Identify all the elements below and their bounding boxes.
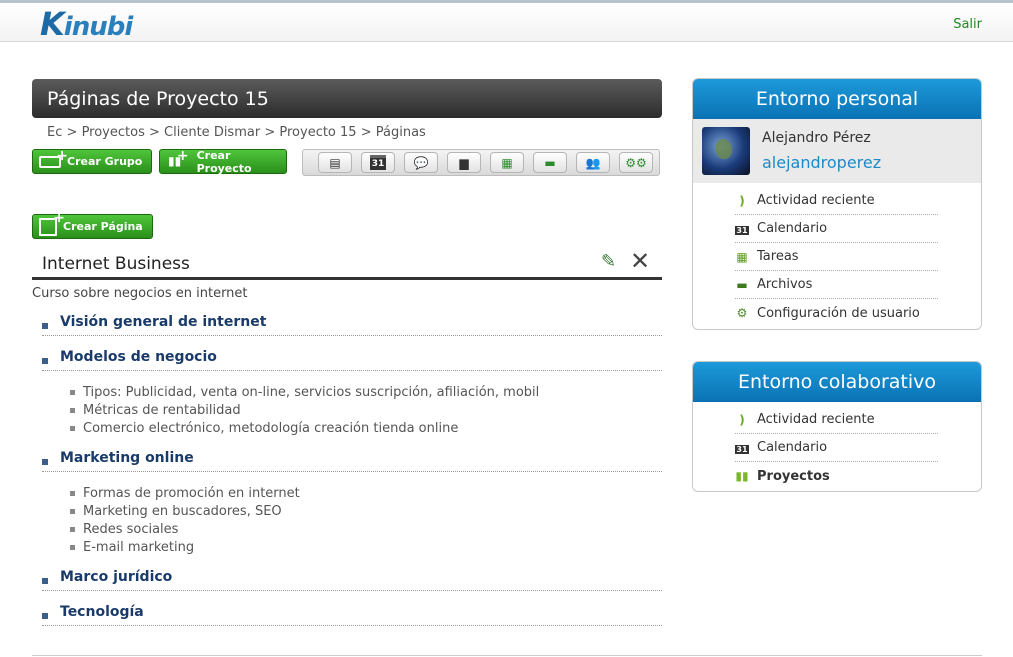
divider [32,277,662,280]
section-heading[interactable]: Tecnología [42,604,662,626]
user-name: Alejandro Pérez [762,130,871,146]
list-item: Métricas de rentabilidad [70,403,241,418]
gear-icon: ⚙ [736,306,748,320]
sidebar-item-recent-activity[interactable]: ) Actividad reciente [735,406,938,434]
calendar-icon[interactable]: 31 [361,152,395,173]
list-item: Redes sociales [70,522,178,537]
section-heading[interactable]: Modelos de negocio [42,349,662,371]
folder-icon[interactable]: ▬ [533,152,567,173]
top-bar: Kinubi Salir [0,0,1013,43]
rss-icon: ) [739,193,745,208]
members-icon[interactable]: 👥 [576,152,610,173]
page-description: Curso sobre negocios en internet [32,286,248,301]
user-profile: Alejandro Pérez alejandroperez [693,119,981,183]
footer-divider [32,655,982,656]
list-item: Formas de promoción en internet [70,486,300,501]
page-add-icon [39,210,65,236]
content-page-title: Internet Business [42,254,190,274]
project-toolbar: ▤ 31 💬 ▆ ▦ ▬ 👥 ⚙⚙ [302,149,660,176]
breadcrumb: Ec > Proyectos > Cliente Dismar > Proyec… [47,125,426,140]
calendar-icon: 31 [735,225,749,235]
collab-panel: Entorno colaborativo ) Actividad recient… [692,361,982,492]
avatar[interactable] [702,127,750,175]
group-add-icon [39,148,68,168]
panel-title: Entorno personal [693,79,981,119]
project-add-icon [166,148,191,170]
sidebar-item-tasks[interactable]: ▦ Tareas [735,243,938,271]
sidebar-item-calendar[interactable]: 31 Calendario [735,215,938,243]
list-item: Comercio electrónico, metodología creaci… [70,421,458,436]
create-page-button[interactable]: Crear Página [32,210,153,239]
tasks-icon[interactable]: ▦ [490,152,524,173]
sidebar-item-projects[interactable]: ▮▮ Proyectos [735,462,938,490]
comments-icon[interactable]: 💬 [404,152,438,173]
sidebar-item-calendar[interactable]: 31 Calendario [735,434,938,462]
projects-icon: ▮▮ [735,469,749,483]
breadcrumb-item-pages: Páginas [375,125,426,140]
list-item: Marketing en buscadores, SEO [70,504,282,519]
user-login-link[interactable]: alejandroperez [762,153,881,172]
personal-panel: Entorno personal Alejandro Pérez alejand… [692,78,982,330]
section-heading[interactable]: Marketing online [42,450,662,472]
sidebar-item-recent-activity[interactable]: ) Actividad reciente [735,187,938,215]
document-icon[interactable]: ▆ [447,152,481,173]
sidebar-item-files[interactable]: ▬ Archivos [735,271,938,299]
edit-pencil-icon[interactable]: ✎ [601,251,616,272]
breadcrumb-item-project[interactable]: Proyecto 15 [279,125,356,140]
breadcrumb-item-projects[interactable]: Proyectos [82,125,145,140]
tasks-icon: ▦ [736,249,748,264]
list-item: Tipos: Publicidad, venta on-line, servic… [70,385,539,400]
breadcrumb-item-ec[interactable]: Ec [47,125,62,140]
list-item: E-mail marketing [70,540,194,555]
section-heading[interactable]: Marco jurídico [42,569,662,591]
calendar-icon: 31 [735,444,749,454]
panel-title: Entorno colaborativo [693,362,981,402]
settings-icon[interactable]: ⚙⚙ [619,152,653,173]
page-title: Páginas de Proyecto 15 [32,79,662,118]
rss-icon: ) [739,412,745,427]
section-heading[interactable]: Visión general de internet [42,314,662,336]
folder-icon: ▬ [736,277,748,292]
logout-link[interactable]: Salir [953,17,982,32]
sidebar-item-user-settings[interactable]: ⚙ Configuración de usuario [735,299,938,327]
breadcrumb-item-client[interactable]: Cliente Dismar [164,125,260,140]
kinubi-logo[interactable]: Kinubi [40,5,133,43]
create-project-button[interactable]: Crear Proyecto [159,148,287,175]
page-icon[interactable]: ▤ [318,152,352,173]
create-group-button[interactable]: Crear Grupo [32,148,152,174]
delete-x-icon[interactable]: ✕ [630,247,650,275]
